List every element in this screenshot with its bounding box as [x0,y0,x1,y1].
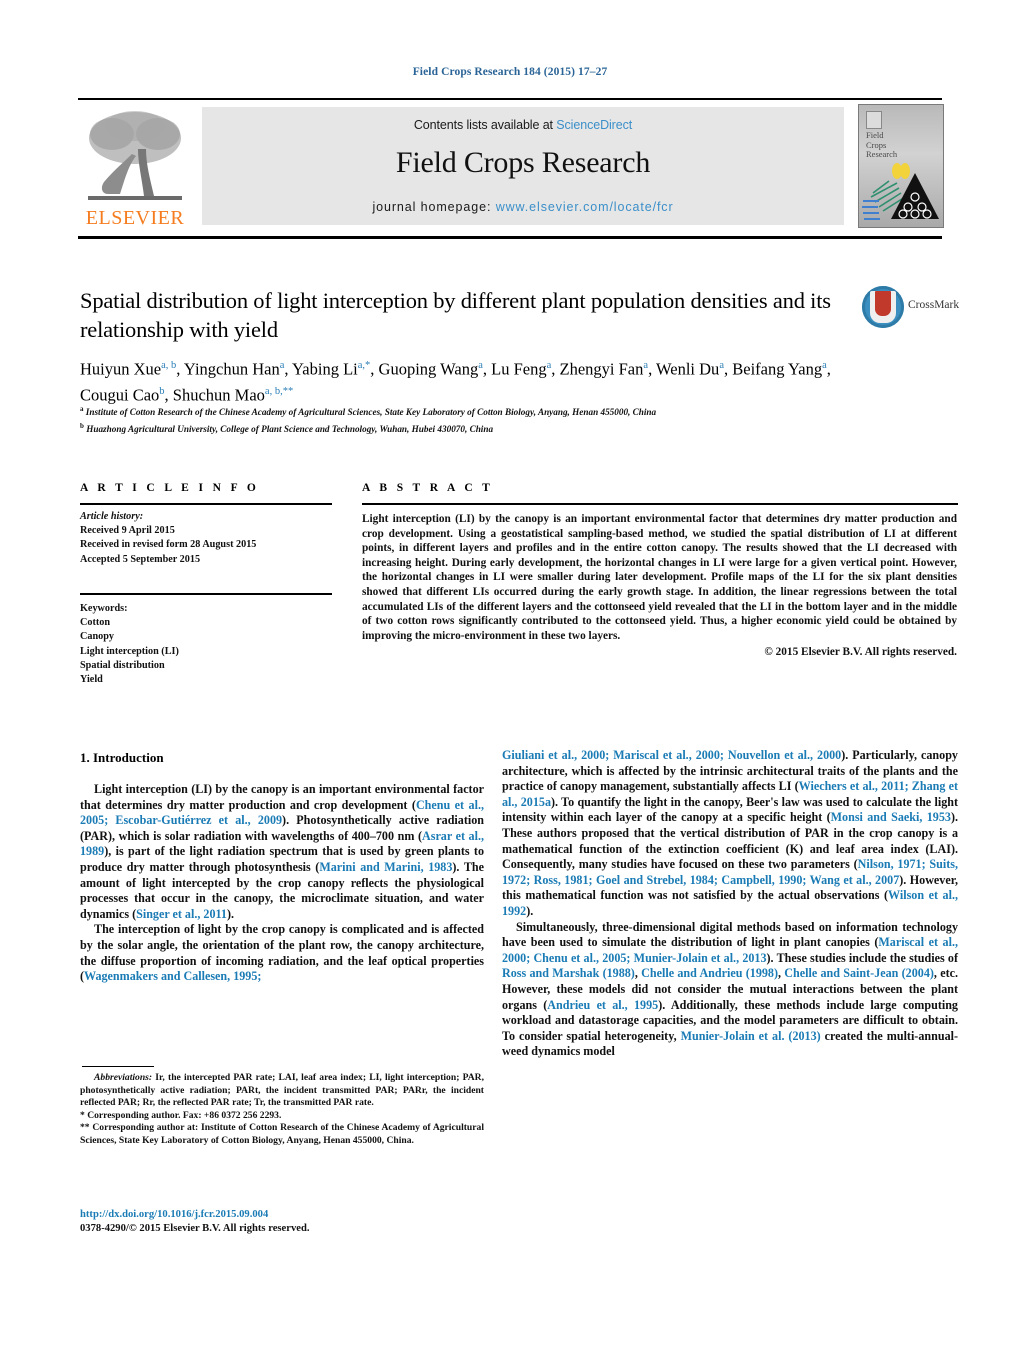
journal-cover-thumbnail: Field Crops Research [858,104,944,228]
footnotes-block: Abbreviations: Ir, the intercepted PAR r… [80,1072,484,1148]
keyword-item: Light interception (LI) [80,645,179,657]
cover-artwork [862,163,939,220]
intro-paragraph-1: Light interception (LI) by the canopy is… [80,782,484,921]
intro-paragraph-4: Simultaneously, three-dimensional digita… [502,919,958,1059]
corresponding-author-note-2: ** Corresponding author at: Institute of… [80,1122,484,1146]
crossmark-icon-bookmark [875,291,891,316]
journal-title: Field Crops Research [395,146,651,179]
abstract-heading: A B S T R A C T [362,482,494,494]
body-column-left: Light interception (LI) by the canopy is… [80,782,484,985]
crossmark-icon [862,286,904,328]
journal-homepage-line: journal homepage: www.elsevier.com/locat… [202,200,844,214]
keywords-rule [80,593,332,595]
keyword-item: Cotton [80,617,110,629]
body-column-right: Giuliani et al., 2000; Mariscal et al., … [502,748,958,1060]
abbreviations-note: Abbreviations: Ir, the intercepted PAR r… [80,1072,484,1110]
doi-link[interactable]: http://dx.doi.org/10.1016/j.fcr.2015.09.… [80,1208,500,1222]
footer-block: http://dx.doi.org/10.1016/j.fcr.2015.09.… [80,1208,500,1236]
issn-copyright-line: 0378-4290/© 2015 Elsevier B.V. All right… [80,1223,310,1234]
affiliation-b-text: Huazhong Agricultural University, Colleg… [86,423,494,434]
abstract-rule [362,503,958,505]
journal-masthead-box: Contents lists available at ScienceDirec… [202,107,844,225]
masthead-bottom-rule [78,236,942,239]
article-info-heading: A R T I C L E I N F O [80,482,260,494]
affiliation-b: b Huazhong Agricultural University, Coll… [80,421,494,434]
keywords-block: Keywords: Cotton Canopy Light intercepti… [80,602,330,687]
elsevier-wordmark: ELSEVIER [85,207,185,229]
journal-article-page: Field Crops Research 184 (2015) 17–27 EL… [0,0,1020,1351]
article-accepted: Accepted 5 September 2015 [80,553,201,565]
crossmark-label: CrossMark [908,299,960,311]
abstract-body: Light interception (LI) by the canopy is… [362,512,957,660]
crossmark-badge[interactable]: CrossMark [862,286,960,332]
page-title: Spatial distribution of light intercepti… [80,288,831,342]
journal-homepage-link[interactable]: www.elsevier.com/locate/fcr [496,200,674,214]
masthead-top-rule [78,98,942,101]
abbreviations-label: Abbreviations: [94,1072,153,1083]
corresponding-author-note-1: * Corresponding author. Fax: +86 0372 25… [80,1109,282,1121]
article-history-label: Article history: [80,511,144,522]
elsevier-logo: ELSEVIER [80,104,190,230]
affiliation-a-text: Institute of Cotton Research of the Chin… [85,407,657,418]
intro-paragraph-2: The interception of light by the crop ca… [80,922,484,984]
affiliation-a: a Institute of Cotton Research of the Ch… [80,405,657,418]
keyword-item: Spatial distribution [80,659,165,671]
affiliations: a Institute of Cotton Research of the Ch… [80,403,910,436]
contents-prefix: Contents lists available at [413,118,557,132]
article-history: Article history: Received 9 April 2015 R… [80,510,330,567]
keywords-label: Keywords: [80,603,128,614]
article-info-rule [80,503,332,505]
keyword-item: Canopy [80,631,114,643]
keyword-item: Yield [80,674,103,686]
elsevier-tree-icon [88,111,182,200]
contents-available-line: Contents lists available at ScienceDirec… [202,107,844,132]
homepage-prefix: journal homepage: [372,200,496,214]
abstract-text: Light interception (LI) by the canopy is… [362,513,957,642]
cover-title: Field Crops Research [866,130,897,160]
intro-paragraph-3: Giuliani et al., 2000; Mariscal et al., … [502,748,958,918]
article-received: Received 9 April 2015 [80,525,175,537]
cover-icon-box [866,111,882,129]
article-revised: Received in revised form 28 August 2015 [80,539,257,551]
author-list: Huiyun Xuea, b, Yingchun Hana, Yabing Li… [80,359,831,405]
section-heading-introduction: 1. Introduction [80,750,164,765]
footnote-rule [82,1066,154,1068]
running-head: Field Crops Research 184 (2015) 17–27 [412,66,608,78]
abstract-copyright: © 2015 Elsevier B.V. All rights reserved… [764,646,957,659]
sciencedirect-link[interactable]: ScienceDirect [556,118,632,132]
